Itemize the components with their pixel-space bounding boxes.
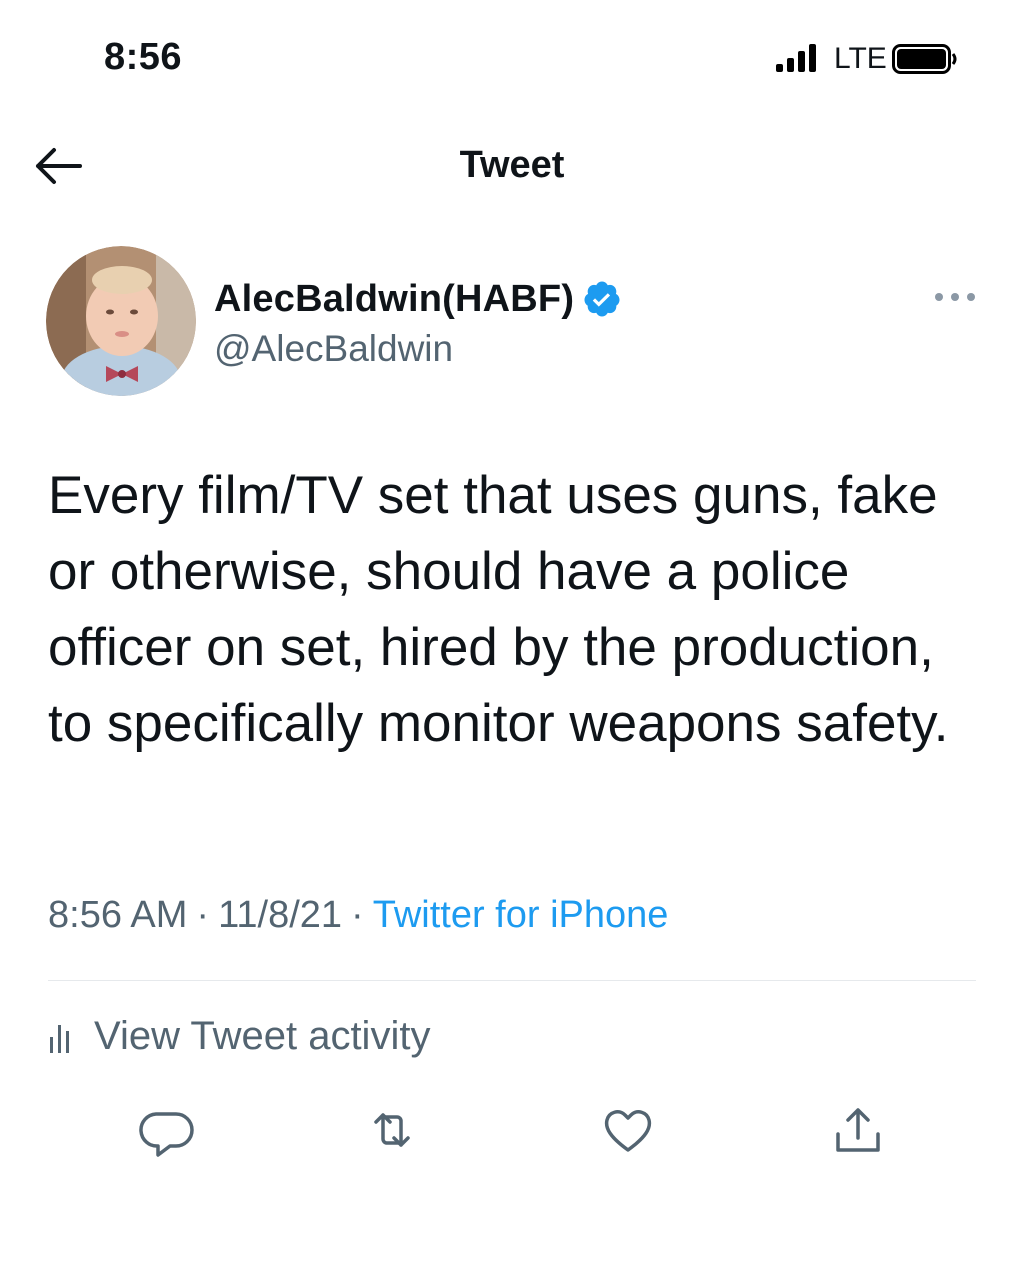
network-type: LTE: [834, 42, 887, 75]
tweet-actions: [0, 1100, 1024, 1170]
divider: [48, 980, 976, 981]
meta-separator: ·: [196, 894, 210, 936]
tweet-source-link[interactable]: Twitter for iPhone: [373, 894, 669, 936]
status-time: 8:56: [104, 36, 183, 78]
verified-badge-icon: [584, 281, 620, 317]
display-name-container[interactable]: AlecBaldwin(HABF): [214, 274, 622, 324]
user-handle[interactable]: @AlecBaldwin: [214, 328, 453, 370]
signal-strength-icon: [776, 44, 816, 72]
heart-icon[interactable]: [598, 1100, 658, 1160]
avatar[interactable]: [46, 246, 196, 396]
share-icon[interactable]: [828, 1100, 888, 1160]
nav-header: Tweet: [0, 130, 1024, 210]
view-tweet-activity[interactable]: View Tweet activity: [48, 1008, 430, 1064]
page-title: Tweet: [459, 144, 565, 186]
tweet-meta: 8:56 AM · 11/8/21 · Twitter for iPhone: [48, 894, 668, 937]
bar-chart-icon: [50, 1025, 69, 1053]
status-bar: 8:56 LTE: [0, 0, 1024, 110]
view-tweet-activity-label: View Tweet activity: [94, 1013, 431, 1058]
retweet-icon[interactable]: [362, 1100, 422, 1160]
more-dots-icon[interactable]: [930, 284, 980, 310]
tweet-time: 8:56 AM: [48, 894, 188, 936]
meta-separator: ·: [351, 894, 364, 936]
display-name[interactable]: AlecBaldwin(HABF): [214, 278, 574, 321]
tweet-date: 11/8/21: [218, 894, 343, 936]
battery-icon: [892, 44, 957, 74]
tweet-text: Every film/TV set that uses guns, fake o…: [48, 466, 949, 753]
reply-icon[interactable]: [138, 1100, 198, 1160]
tweet-author: AlecBaldwin(HABF) @AlecBaldwin: [0, 244, 1024, 404]
